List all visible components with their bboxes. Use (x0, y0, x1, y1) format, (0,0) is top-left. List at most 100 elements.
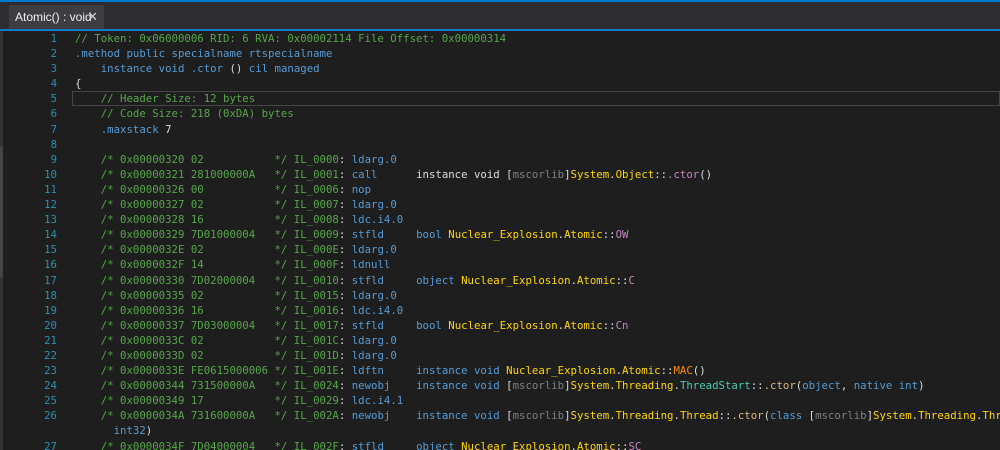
code-token: : (338, 243, 352, 257)
code-line[interactable]: 2 .method public specialname rtspecialnam… (0, 46, 1000, 61)
code-token: IL_0000 (293, 152, 339, 166)
code-lines: 1 // Token: 0x06000006 RID: 6 RVA: 0x0000… (0, 31, 1000, 450)
left-scrollbar[interactable] (0, 31, 3, 450)
code-token: /* 0x00000337 7D03000004 */ (100, 318, 288, 332)
code-text: /* 0x00000329 7D01000004 */ IL_0009: stf… (75, 227, 629, 242)
tab-atomic-void[interactable]: Atomic() : void ✕ (9, 5, 104, 29)
line-number: 7 (50, 122, 57, 136)
code-token: : (338, 213, 352, 227)
code-token: :: (660, 364, 674, 378)
line-number: 6 (50, 107, 57, 121)
code-token: Nuclear_Explosion (506, 364, 616, 378)
line-number: 10 (44, 167, 57, 181)
code-line[interactable]: 25 /* 0x00000349 17 */ IL_0029: ldc.i4.1 (0, 393, 1000, 408)
code-token: IL_0016 (293, 303, 339, 317)
code-token: ldc.i4.1 (351, 394, 404, 408)
code-line[interactable]: int32) (0, 423, 1000, 438)
code-line[interactable]: 23 /* 0x0000033E FE0615000006 */ IL_001E… (0, 363, 1000, 378)
code-token: Nuclear_Explosion (448, 228, 558, 242)
code-token: stfld (351, 273, 417, 287)
code-token: Nuclear_Explosion (461, 273, 571, 287)
code-line[interactable]: 13 /* 0x00000328 16 */ IL_0008: ldc.i4.0 (0, 212, 1000, 227)
code-line[interactable]: 7 .maxstack 7 (0, 122, 1000, 137)
code-token: native int (853, 379, 919, 393)
code-token: Object (615, 167, 655, 181)
code-token: /* 0x00000344 731500000A */ (100, 379, 288, 393)
line-number: 16 (44, 258, 57, 272)
code-line[interactable]: 14 /* 0x00000329 7D01000004 */ IL_0009: … (0, 227, 1000, 242)
code-token: stfld (351, 439, 417, 450)
code-line[interactable]: 16 /* 0x0000032F 14 */ IL_000F: ldnull (0, 257, 1000, 272)
code-token: 7 (158, 122, 172, 136)
code-token: object (416, 273, 462, 287)
code-token: IL_002F (293, 439, 339, 450)
code-token: /* 0x00000335 02 */ (100, 288, 288, 302)
code-token: : (338, 182, 352, 196)
code-line[interactable]: 10 /* 0x00000321 281000000A */ IL_0001: … (0, 167, 1000, 182)
code-token: mscorlib (512, 167, 565, 181)
code-line[interactable]: 22 /* 0x0000033D 02 */ IL_001D: ldarg.0 (0, 348, 1000, 363)
code-line[interactable]: 11 /* 0x00000326 00 */ IL_0006: nop (0, 182, 1000, 197)
code-token: IL_0010 (293, 273, 339, 287)
code-token: : (338, 348, 352, 362)
code-token: OW (615, 228, 629, 242)
code-line[interactable]: 24 /* 0x00000344 731500000A */ IL_0024: … (0, 378, 1000, 393)
code-text: /* 0x00000321 281000000A */ IL_0001: cal… (75, 167, 712, 182)
code-token: Thre (982, 409, 1000, 423)
code-token: instance void (416, 364, 507, 378)
code-token: stfld (351, 318, 417, 332)
code-line[interactable]: 3 instance void .ctor () cil managed (0, 61, 1000, 76)
code-token: object (802, 379, 841, 393)
code-token: Threading (615, 379, 674, 393)
code-line[interactable]: 21 /* 0x0000033C 02 */ IL_001C: ldarg.0 (0, 333, 1000, 348)
code-line[interactable]: 17 /* 0x00000330 7D02000004 */ IL_0010: … (0, 273, 1000, 288)
code-token: mscorlib (815, 409, 867, 423)
code-text: /* 0x00000337 7D03000004 */ IL_0017: stf… (75, 318, 629, 333)
code-token: instance void (416, 379, 507, 393)
line-number: 5 (50, 92, 57, 106)
code-line[interactable]: 5 // Header Size: 12 bytes (0, 91, 1000, 107)
code-token: () (699, 167, 713, 181)
line-number: 15 (44, 243, 57, 257)
code-editor[interactable]: 1 // Token: 0x06000006 RID: 6 RVA: 0x0000… (0, 31, 1000, 450)
code-token: IL_0001 (293, 167, 339, 181)
code-line[interactable]: 4{ (0, 76, 1000, 91)
code-token: instance void (416, 409, 507, 423)
code-line[interactable]: 18 /* 0x00000335 02 */ IL_0015: ldarg.0 (0, 288, 1000, 303)
code-line[interactable]: 26 /* 0x0000034A 731600000A */ IL_002A: … (0, 408, 1000, 423)
code-line[interactable]: 9 /* 0x00000320 02 */ IL_0000: ldarg.0 (0, 152, 1000, 167)
code-token: ldc.i4.0 (351, 213, 404, 227)
code-token: .ctor (667, 167, 700, 181)
code-token: :: (615, 273, 629, 287)
close-icon[interactable]: ✕ (87, 5, 98, 28)
line-number: 9 (50, 152, 57, 166)
code-token: /* 0x0000033E FE0615000006 */ (100, 364, 288, 378)
code-line[interactable]: 8 (0, 137, 1000, 152)
code-token: newobj (351, 409, 417, 423)
line-number: 11 (44, 182, 57, 196)
code-token: /* 0x00000349 17 */ (100, 394, 288, 408)
code-token: mscorlib (512, 379, 565, 393)
code-line[interactable]: 20 /* 0x00000337 7D03000004 */ IL_0017: … (0, 318, 1000, 333)
code-line[interactable]: 1 // Token: 0x06000006 RID: 6 RVA: 0x0000… (0, 31, 1000, 46)
code-line[interactable]: 12 /* 0x00000327 02 */ IL_0007: ldarg.0 (0, 197, 1000, 212)
code-token: :: (750, 379, 764, 393)
line-number: 19 (44, 303, 57, 317)
left-scrollbar-thumb[interactable] (0, 147, 3, 277)
code-token: call (351, 167, 417, 181)
code-token: /* 0x00000327 02 */ (100, 198, 288, 212)
code-text: /* 0x00000335 02 */ IL_0015: ldarg.0 (75, 288, 397, 303)
code-line[interactable]: 6 // Code Size: 218 (0xDA) bytes (0, 106, 1000, 121)
code-line[interactable]: 27 /* 0x0000034F 7D04000004 */ IL_002F: … (0, 439, 1000, 450)
code-line[interactable]: 19 /* 0x00000336 16 */ IL_0016: ldc.i4.0 (0, 303, 1000, 318)
code-token: IL_0008 (293, 213, 339, 227)
line-number: 4 (50, 77, 57, 91)
code-token: ldnull (351, 258, 391, 272)
code-line[interactable]: 15 /* 0x0000032E 02 */ IL_000E: ldarg.0 (0, 242, 1000, 257)
code-token: : (338, 167, 352, 181)
